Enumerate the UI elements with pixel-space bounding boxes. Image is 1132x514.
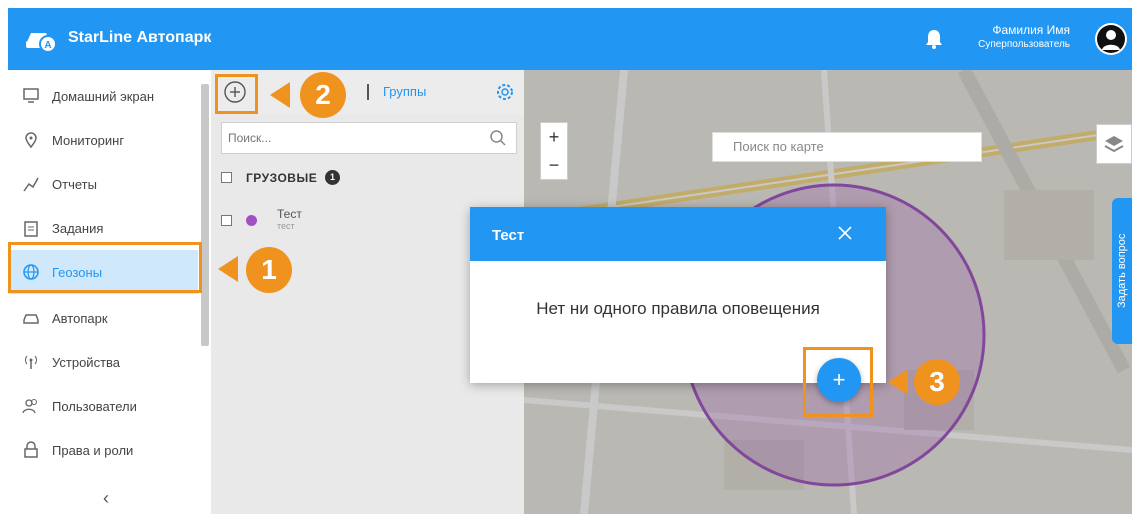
- modal-header: Тест: [470, 207, 886, 261]
- highlight-add-button: [215, 74, 258, 114]
- group-name: ГРУЗОВЫЕ: [246, 170, 318, 185]
- antenna-icon: [20, 351, 42, 373]
- zone-name: Тест: [277, 207, 302, 221]
- zoom-control: + −: [540, 122, 568, 180]
- gear-icon[interactable]: [494, 81, 516, 103]
- sidebar-item-label: Права и роли: [52, 442, 134, 458]
- sidebar-item-monitoring[interactable]: Мониторинг: [8, 118, 198, 162]
- sidebar-item-roles[interactable]: Права и роли: [8, 428, 198, 472]
- car-icon: [20, 307, 42, 329]
- callout-1: 1: [246, 247, 292, 293]
- zone-checkbox[interactable]: [221, 214, 232, 226]
- modal-message: Нет ни одного правила оповещения: [536, 299, 820, 318]
- tab-separator: [367, 84, 369, 100]
- close-icon[interactable]: [837, 225, 853, 241]
- sidebar-item-label: Отчеты: [52, 176, 97, 192]
- zoom-out-button[interactable]: −: [541, 151, 567, 179]
- layers-button[interactable]: [1096, 124, 1132, 164]
- map-search-input[interactable]: Поиск по карте: [712, 132, 982, 162]
- bell-icon[interactable]: [923, 28, 945, 50]
- zone-color-dot: [246, 214, 257, 226]
- svg-text:A: A: [44, 40, 51, 51]
- group-row[interactable]: ГРУЗОВЫЕ 1: [221, 170, 341, 185]
- location-pin-icon: [20, 129, 42, 151]
- user-info[interactable]: Фамилия Имя Суперпользователь: [978, 22, 1070, 52]
- sidebar-item-label: Задания: [52, 220, 104, 236]
- sidebar-item-fleet[interactable]: Автопарк: [8, 296, 198, 340]
- starline-logo-icon: A: [26, 33, 57, 53]
- arrow-1: [218, 256, 238, 282]
- avatar-icon[interactable]: [1094, 22, 1128, 56]
- highlight-geozones: [8, 242, 202, 293]
- sidebar-item-users[interactable]: Пользователи: [8, 384, 198, 428]
- layers-icon: [1104, 136, 1124, 153]
- ask-question-label: Задать вопрос: [1116, 233, 1128, 308]
- arrow-2: [270, 82, 290, 108]
- collapse-sidebar-button[interactable]: ‹: [103, 488, 109, 509]
- chart-line-icon: [20, 173, 42, 195]
- sidebar-item-devices[interactable]: Устройства: [8, 340, 198, 384]
- modal-title: Тест: [492, 227, 525, 244]
- group-count-badge: 1: [325, 170, 341, 185]
- users-icon: [20, 395, 42, 417]
- zoom-in-button[interactable]: +: [541, 123, 567, 151]
- user-role: Суперпользователь: [978, 39, 1070, 50]
- group-checkbox[interactable]: [221, 172, 232, 183]
- search-input[interactable]: [221, 122, 517, 154]
- user-name: Фамилия Имя: [992, 23, 1070, 37]
- top-bar: A StarLine Автопарк Фамилия Имя Суперпол…: [8, 8, 1132, 70]
- sidebar-item-label: Автопарк: [52, 310, 108, 326]
- zone-description: тест: [277, 221, 295, 231]
- search-icon[interactable]: [489, 129, 507, 147]
- highlight-add-rule: [803, 347, 873, 417]
- callout-2: 2: [300, 72, 346, 118]
- sidebar-item-label: Устройства: [52, 354, 121, 370]
- sidebar-item-home[interactable]: Домашний экран: [8, 74, 198, 118]
- sidebar-scroll-thumb[interactable]: [201, 84, 209, 346]
- lock-icon: [20, 439, 42, 461]
- map-search-placeholder: Поиск по карте: [733, 139, 824, 154]
- geozone-list-item[interactable]: Тест тест: [221, 208, 302, 232]
- brand-title[interactable]: StarLine Автопарк: [68, 29, 211, 47]
- arrow-3: [888, 369, 908, 395]
- tab-groups[interactable]: Группы: [383, 84, 426, 99]
- sidebar-item-reports[interactable]: Отчеты: [8, 162, 198, 206]
- callout-3: 3: [914, 359, 960, 405]
- sidebar-item-label: Пользователи: [52, 398, 137, 414]
- app-window: A StarLine Автопарк Фамилия Имя Суперпол…: [8, 8, 1132, 514]
- sidebar-item-label: Мониторинг: [52, 132, 125, 148]
- monitor-icon: [20, 85, 42, 107]
- clipboard-icon: [20, 217, 42, 239]
- sidebar-item-label: Домашний экран: [52, 88, 155, 104]
